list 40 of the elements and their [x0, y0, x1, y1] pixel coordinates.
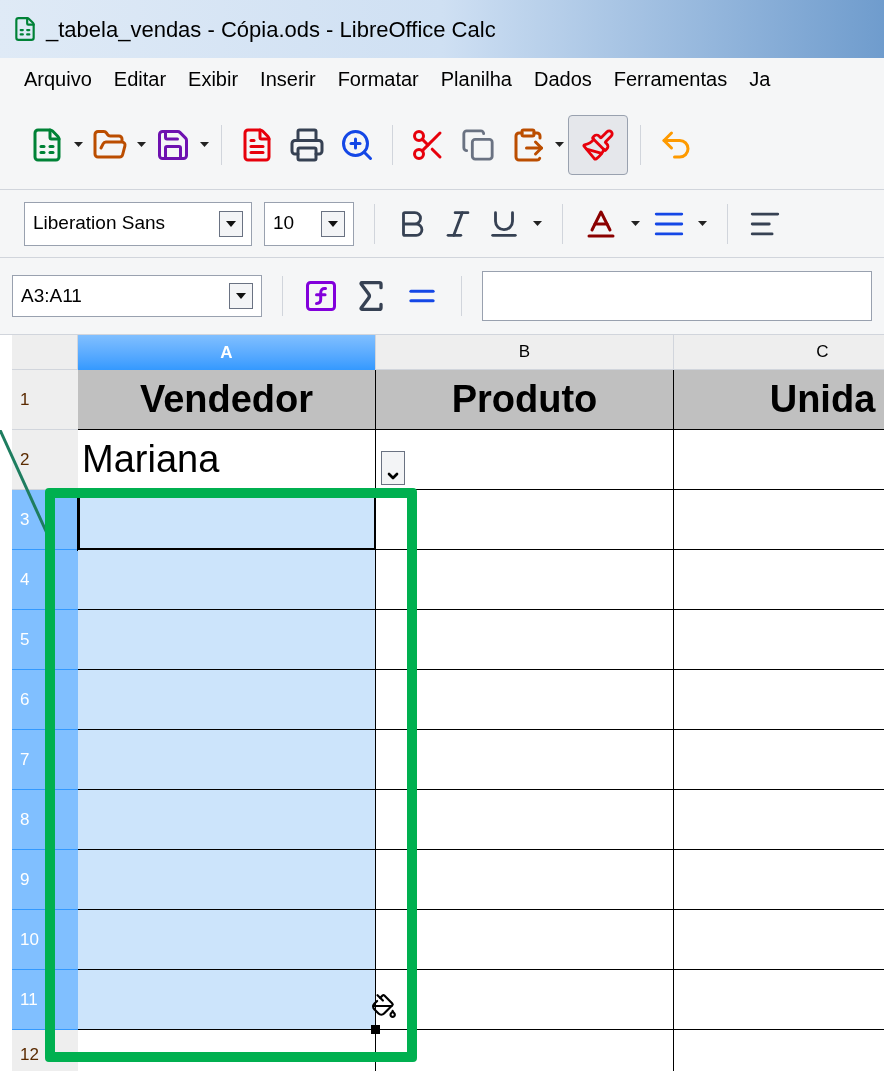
menu-item[interactable]: Dados — [533, 64, 592, 94]
spreadsheet-app-icon — [12, 16, 38, 42]
dropdown-button[interactable] — [219, 210, 243, 237]
menu-item[interactable]: Exibir — [188, 64, 239, 94]
table-cell: Unida — [674, 370, 884, 430]
window-title: _tabela_vendas - Cópia.ods - LibreOffice Calc — [46, 15, 496, 44]
dropdown-button[interactable] — [229, 283, 253, 309]
dropdown-caret-icon[interactable] — [555, 142, 564, 147]
caret-icon — [236, 293, 246, 299]
name-box[interactable]: A3:A11 — [12, 275, 262, 317]
table-cell: Vendedor — [78, 370, 376, 430]
corner-cell[interactable] — [12, 335, 78, 370]
paintbrush-icon[interactable] — [568, 114, 628, 175]
dropdown-caret-icon[interactable] — [137, 142, 146, 147]
fill-handle[interactable] — [371, 1025, 380, 1034]
column-header[interactable]: B — [376, 335, 674, 370]
menu-item[interactable]: Ferramentas — [613, 64, 728, 94]
row-header[interactable]: 2 — [12, 430, 78, 490]
menu-item[interactable]: Arquivo — [24, 64, 92, 94]
caret-icon — [226, 220, 236, 227]
dropdown-caret-icon[interactable] — [74, 142, 83, 147]
table-cell: Produto — [376, 370, 674, 430]
menu-item[interactable]: Ja — [749, 64, 771, 94]
formula-input-field[interactable] — [482, 271, 872, 321]
row-header[interactable]: 1 — [12, 370, 78, 430]
function-wizard-icon[interactable] — [303, 278, 339, 314]
dropdown-caret-icon[interactable] — [631, 221, 640, 226]
menu-item[interactable]: Formatar — [337, 64, 419, 94]
font-name-field[interactable]: Liberation Sans — [24, 201, 252, 246]
dropdown-button[interactable] — [321, 210, 345, 237]
column-header[interactable]: C — [674, 335, 884, 370]
menu-item[interactable]: Planilha — [440, 64, 512, 94]
dropdown-caret-icon[interactable] — [698, 221, 707, 226]
dropdown-caret-icon[interactable] — [200, 142, 209, 147]
dropdown-caret-icon[interactable] — [533, 221, 542, 226]
list-dropdown-button[interactable] — [381, 451, 405, 485]
caret-icon — [328, 220, 338, 227]
menu-item[interactable]: Editar — [113, 64, 167, 94]
font-size-field[interactable]: 10 — [264, 201, 354, 246]
menu-item[interactable]: Inserir — [260, 64, 316, 94]
